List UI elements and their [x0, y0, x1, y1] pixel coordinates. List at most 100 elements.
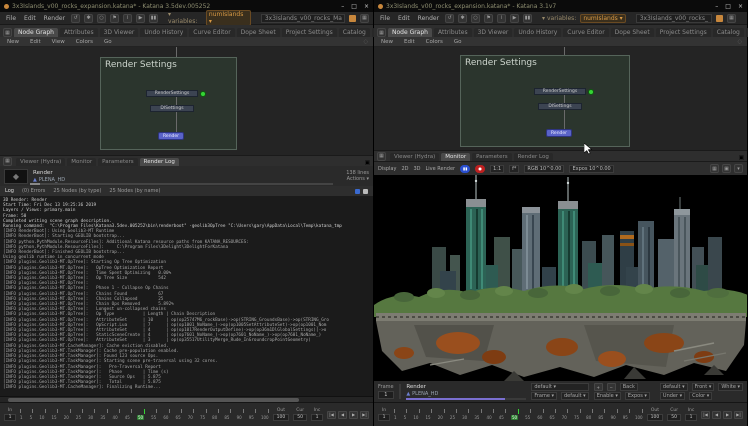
panel-menu-icon[interactable]: ▦ [3, 157, 12, 166]
monitor-compare-icon[interactable]: ▦ [710, 164, 719, 173]
catalog-pass-name[interactable]: PLENA_HD [39, 177, 65, 183]
menu-item[interactable]: File [4, 15, 18, 22]
nodegraph-search-icon[interactable]: ◌ [738, 39, 742, 45]
under-select[interactable]: Under ▾ [660, 392, 685, 400]
in-frame-field[interactable]: 1 [4, 414, 16, 421]
pause-render-icon[interactable]: ▮▮ [460, 165, 470, 173]
menu-item[interactable]: File [378, 15, 392, 22]
log-filter-tab[interactable]: 25 Nodes (by type) [53, 188, 101, 194]
panel-tab[interactable]: Render Log [514, 153, 553, 161]
pane-tab[interactable]: Attributes [434, 28, 472, 37]
render-thumbnail[interactable] [399, 384, 402, 399]
dlsettings-node[interactable]: DlSettings [538, 103, 582, 110]
settings-icon[interactable]: ✱ [84, 14, 93, 23]
render-settings-group[interactable]: Render Settings [460, 55, 630, 147]
transport-button[interactable]: ▶| [360, 411, 369, 419]
nodegraph-menu-item[interactable]: Edit [28, 39, 43, 45]
flag-icon[interactable]: ⚑ [484, 14, 493, 23]
close-button[interactable]: × [364, 3, 369, 10]
out-frame-field[interactable]: 100 [647, 414, 664, 421]
pane-tab[interactable]: Dope Sheet [611, 28, 654, 37]
monitor-viewport[interactable] [374, 175, 747, 381]
nodegraph-menu-item[interactable]: Edit [402, 39, 417, 45]
panel-tab[interactable]: Viewer (Hydra) [390, 153, 439, 161]
in-frame-field[interactable]: 1 [378, 414, 390, 421]
stop-render-icon[interactable]: ● [475, 165, 485, 173]
settings-icon[interactable]: ✱ [458, 14, 467, 23]
exposure-field[interactable]: Expos 10^0.00 [569, 165, 613, 173]
catalog-pass-name[interactable]: PLENA_HD [412, 391, 438, 397]
rendersettings-node[interactable]: RenderSettings [534, 88, 586, 95]
layout-icon[interactable]: ▦ [727, 14, 736, 23]
catalog-entry-name[interactable]: Render [406, 384, 526, 390]
title-bar[interactable]: 3x3Islands_v00_rocks_expansion.katana* -… [374, 0, 747, 12]
mode-2d-button[interactable]: 2D [401, 166, 408, 172]
panel-tab[interactable]: Monitor [67, 158, 96, 166]
minimize-button[interactable]: – [715, 3, 718, 10]
pane-tab[interactable]: Attributes [60, 28, 98, 37]
node-graph-canvas[interactable]: Render Settings RenderSettings DlSetting… [374, 47, 747, 150]
nodegraph-menu-item[interactable]: Colors [74, 39, 95, 45]
undo-icon[interactable]: ↺ [71, 14, 80, 23]
pane-menu-icon[interactable]: ▦ [3, 28, 12, 37]
panel-tab[interactable]: Parameters [98, 158, 137, 166]
zoom-level-field[interactable]: 1:1 [490, 165, 504, 173]
nodegraph-menu-item[interactable]: New [379, 39, 395, 45]
render-play-icon[interactable]: ▶ [510, 14, 519, 23]
panel-tab[interactable]: Monitor [441, 153, 470, 161]
pane-tab[interactable]: 3D Viewer [100, 28, 139, 37]
minimize-button[interactable]: – [341, 3, 344, 10]
transport-button[interactable]: ▶ [349, 411, 358, 419]
compare-select[interactable]: default ▾ [660, 383, 688, 391]
expos-select[interactable]: Expos ▾ [625, 392, 650, 400]
rendersettings-node[interactable]: RenderSettings [146, 90, 198, 97]
render-log-output[interactable]: 3D Render: RenderStart Time: Fri Dec 13 … [0, 196, 373, 396]
nodegraph-menu-item[interactable]: View [50, 39, 67, 45]
catalog-scrubber[interactable] [30, 183, 333, 185]
pane-tab[interactable]: Catalog [713, 28, 744, 37]
pane-tab[interactable]: Undo History [514, 28, 561, 37]
info-icon[interactable]: i [123, 14, 132, 23]
render-pause-icon[interactable]: ▮▮ [523, 14, 532, 23]
menu-item[interactable]: Render [42, 15, 67, 22]
back-button[interactable]: Back [620, 383, 638, 391]
session-tab[interactable]: 3x3Islands_v00_rocks_Ma [261, 14, 345, 23]
menu-item[interactable]: Edit [396, 15, 412, 22]
layout-icon[interactable]: ▦ [360, 14, 369, 23]
info-icon[interactable]: i [497, 14, 506, 23]
session-tab[interactable]: 3x3Islands_v00_rocks_ [636, 14, 712, 23]
increment-field[interactable]: 1 [685, 414, 697, 421]
frame-ruler[interactable]: 1510152025303540455055606570758085909510… [20, 404, 269, 425]
menu-item[interactable]: Render [416, 15, 441, 22]
pane-tab[interactable]: Undo History [140, 28, 187, 37]
pane-menu-icon[interactable]: ▦ [377, 28, 386, 37]
actions-dropdown[interactable]: Actions ▾ [346, 176, 369, 182]
variables-value-dropdown[interactable]: numIslands ▾ [206, 10, 251, 26]
log-filter-tab[interactable]: (0) Errors [22, 188, 45, 194]
variables-value-dropdown[interactable]: numIslands ▾ [580, 14, 625, 23]
render-node[interactable]: Render [546, 129, 572, 137]
log-filter-tab[interactable]: Log [5, 188, 14, 194]
pane-tab[interactable]: Curve Editor [563, 28, 608, 37]
live-render-button[interactable]: Live Render [426, 166, 456, 172]
log-horizontal-scrollbar[interactable] [0, 396, 373, 402]
menu-item[interactable]: Edit [22, 15, 38, 22]
enable-select[interactable]: Enable ▾ [594, 392, 621, 400]
add-button[interactable]: + [594, 383, 603, 391]
transport-button[interactable]: ◀ [712, 411, 721, 419]
nodegraph-menu-item[interactable]: New [5, 39, 21, 45]
nodegraph-menu-item[interactable]: Go [102, 39, 114, 45]
panel-tab[interactable]: Viewer (Hydra) [16, 158, 65, 166]
transport-button[interactable]: ▶| [734, 411, 743, 419]
maximize-button[interactable]: □ [351, 3, 357, 10]
pane-tab[interactable]: 3D Viewer [474, 28, 513, 37]
render-thumbnail[interactable]: ◆ [4, 169, 28, 184]
pane-tab[interactable]: Node Graph [388, 28, 432, 37]
remove-button[interactable]: − [607, 383, 616, 391]
maximize-button[interactable]: □ [725, 3, 731, 10]
channel-select[interactable]: default ▾ [561, 392, 589, 400]
increment-field[interactable]: 1 [311, 414, 323, 421]
pane-tab[interactable]: Catalog [339, 28, 370, 37]
white-select[interactable]: White ▾ [718, 383, 743, 391]
close-button[interactable]: × [738, 3, 743, 10]
